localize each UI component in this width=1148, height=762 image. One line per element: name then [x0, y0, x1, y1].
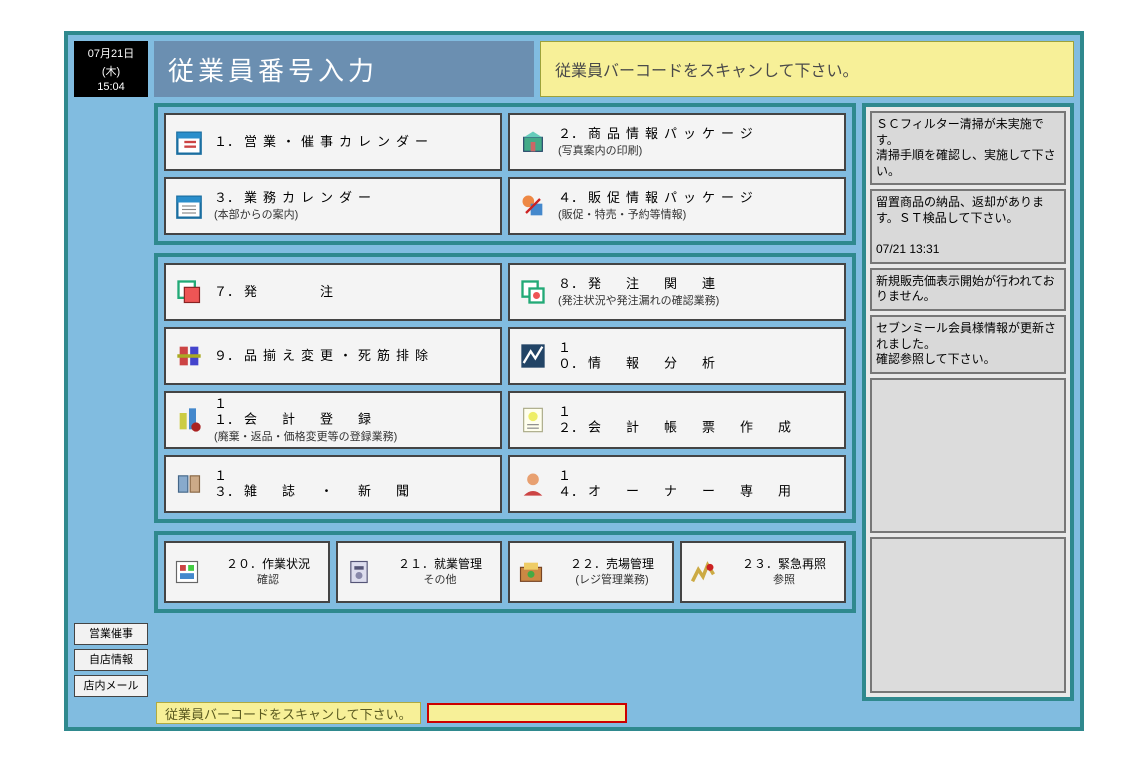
header: 07月21日 (木) 15:04 従業員番号入力 従業員バーコードをスキャンして… — [68, 35, 1080, 103]
clock-time: 15:04 — [74, 81, 148, 93]
report-icon — [516, 403, 550, 437]
order-icon — [172, 275, 206, 309]
emergency-icon — [686, 555, 720, 589]
page-title: 従業員番号入力 — [154, 41, 534, 97]
labor-icon — [342, 555, 376, 589]
left-nav: 営業催事 自店情報 店内メール — [74, 103, 148, 701]
analysis-icon — [516, 339, 550, 373]
menu-btn-3[interactable]: ３．業務カレンダー(本部からの案内) — [164, 177, 502, 235]
menu-group-2: ７．発 注 ８．発 注 関 連(発注状況や発注漏れの確認業務) ９．品揃え変更・… — [154, 253, 856, 523]
menu-btn-1[interactable]: １．営業・催事カレンダー — [164, 113, 502, 171]
employee-barcode-input[interactable] — [427, 703, 627, 723]
body: 営業催事 自店情報 店内メール １．営業・催事カレンダー ２．商品情報パッケージ… — [68, 103, 1080, 703]
scan-instruction: 従業員バーコードをスキャンして下さい。 — [540, 41, 1074, 97]
owner-icon — [516, 467, 550, 501]
menu-group-1: １．営業・催事カレンダー ２．商品情報パッケージ(写真案内の印刷) ３．業務カレ… — [154, 103, 856, 245]
sales-mgmt-icon — [514, 555, 548, 589]
work-status-icon — [170, 555, 204, 589]
notice-item: セブンミール会員様情報が更新されました。 確認参照して下さい。 — [870, 315, 1066, 374]
footer: 従業員バーコードをスキャンして下さい。 — [68, 703, 1080, 727]
magazine-icon — [172, 467, 206, 501]
package-icon — [516, 125, 550, 159]
menu-btn-23[interactable]: ２３．緊急再照参照 — [680, 541, 846, 603]
assortment-icon — [172, 339, 206, 373]
side-btn-sales-events[interactable]: 営業催事 — [74, 623, 148, 645]
menu-btn-2[interactable]: ２．商品情報パッケージ(写真案内の印刷) — [508, 113, 846, 171]
calendar-icon — [172, 125, 206, 159]
menu-btn-21[interactable]: ２１．就業管理その他 — [336, 541, 502, 603]
order-related-icon — [516, 275, 550, 309]
side-btn-store-mail[interactable]: 店内メール — [74, 675, 148, 697]
clock-date: 07月21日 — [74, 45, 148, 61]
menu-btn-12[interactable]: １２．会 計 帳 票 作 成 — [508, 391, 846, 449]
promo-icon — [516, 189, 550, 223]
notice-blank — [870, 378, 1066, 534]
notice-item: 留置商品の納品、返却があります。ＳＴ検品して下さい。 07/21 13:31 — [870, 189, 1066, 263]
menu-btn-20[interactable]: ２０．作業状況確認 — [164, 541, 330, 603]
menu-btn-7[interactable]: ７．発 注 — [164, 263, 502, 321]
menu-btn-4[interactable]: ４．販促情報パッケージ(販促・特売・予約等情報) — [508, 177, 846, 235]
side-btn-store-info[interactable]: 自店情報 — [74, 649, 148, 671]
menu-area: １．営業・催事カレンダー ２．商品情報パッケージ(写真案内の印刷) ３．業務カレ… — [154, 103, 856, 701]
menu-btn-14[interactable]: １４．オ ー ナ ー 専 用 — [508, 455, 846, 513]
footer-instruction: 従業員バーコードをスキャンして下さい。 — [156, 702, 421, 724]
menu-btn-8[interactable]: ８．発 注 関 連(発注状況や発注漏れの確認業務) — [508, 263, 846, 321]
notice-blank — [870, 537, 1066, 693]
menu-btn-22[interactable]: ２２．売場管理(レジ管理業務) — [508, 541, 674, 603]
notice-panel: ＳＣフィルター清掃が未実施です。 清掃手順を確認し、実施して下さい。 留置商品の… — [862, 103, 1074, 701]
calendar-icon — [172, 189, 206, 223]
menu-btn-10[interactable]: １０．情 報 分 析 — [508, 327, 846, 385]
accounting-icon — [172, 403, 206, 437]
clock-block: 07月21日 (木) 15:04 — [74, 41, 148, 97]
menu-group-bottom: ２０．作業状況確認 ２１．就業管理その他 ２２．売場管理(レジ管理業務) ２３．… — [154, 531, 856, 613]
clock-day: (木) — [74, 63, 148, 79]
menu-btn-13[interactable]: １３．雑 誌 ・ 新 聞 — [164, 455, 502, 513]
menu-btn-9[interactable]: ９．品揃え変更・死筋排除 — [164, 327, 502, 385]
notice-item: 新規販売価表示開始が行われておりません。 — [870, 268, 1066, 311]
notice-item: ＳＣフィルター清掃が未実施です。 清掃手順を確認し、実施して下さい。 — [870, 111, 1066, 185]
app-frame: 07月21日 (木) 15:04 従業員番号入力 従業員バーコードをスキャンして… — [64, 31, 1084, 731]
menu-btn-11[interactable]: １１．会 計 登 録(廃棄・返品・価格変更等の登録業務) — [164, 391, 502, 449]
